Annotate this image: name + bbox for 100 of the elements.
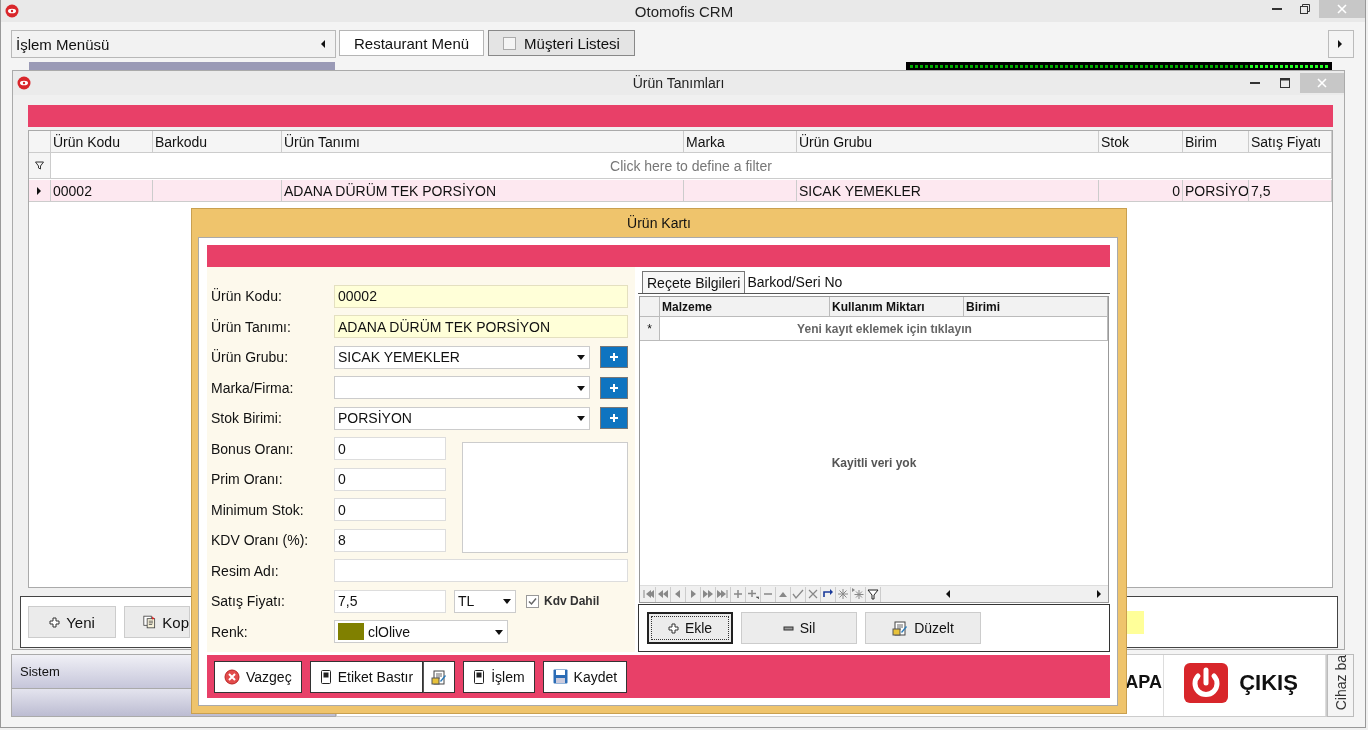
column-header[interactable]: Birim	[1183, 131, 1249, 153]
field-label: Satış Fiyatı:	[211, 593, 286, 610]
input-field[interactable]: 0	[334, 498, 446, 522]
input-field[interactable]	[334, 559, 628, 583]
restore-icon	[1299, 3, 1311, 15]
window-title: Otomofis CRM	[633, 2, 735, 20]
star-icon	[852, 588, 864, 600]
dropdown-value: TL	[458, 593, 475, 610]
plus-icon	[610, 353, 618, 362]
new-row-marker: *	[640, 317, 660, 341]
input-field[interactable]: 7,5	[334, 589, 446, 613]
dropdown[interactable]: TL	[454, 589, 516, 613]
action-button[interactable]: Sil	[741, 612, 857, 644]
device-icon	[473, 669, 486, 684]
dropdown[interactable]	[334, 376, 590, 400]
table-row[interactable]: 00002 ADANA DÜRÜM TEK PORSİYON SICAK YEMEKLER 0 PORSİYO 7,5	[29, 180, 1332, 202]
field-label: KDV Oranı (%):	[211, 532, 310, 549]
footer-button[interactable]: Kaydet	[542, 660, 628, 693]
star-icon	[837, 588, 849, 600]
column-header[interactable]: Ürün Kodu	[51, 131, 153, 153]
table-cell: 0	[1099, 180, 1183, 202]
minimize-icon	[1250, 82, 1260, 84]
plus-icon	[49, 616, 61, 628]
field-label: Ürün Tanımı:	[211, 318, 292, 335]
first-record-icon	[642, 588, 654, 600]
input-field[interactable]: 0	[334, 467, 446, 491]
refresh-icon	[822, 588, 834, 600]
floppy-icon	[552, 669, 568, 684]
app-icon	[5, 4, 19, 18]
side-label: Cihaz ba	[1332, 655, 1349, 711]
filter-row[interactable]: Click here to define a filter	[51, 153, 1332, 179]
add-button[interactable]	[600, 376, 628, 399]
edit-icon	[892, 620, 909, 636]
dropdown[interactable]: SICAK YEMEKLER	[334, 345, 590, 369]
scroll-right-button[interactable]	[1328, 30, 1354, 58]
close-icon	[1336, 3, 1348, 15]
edit-icon	[431, 668, 448, 685]
print-options-button[interactable]	[423, 660, 456, 693]
plus-icon	[732, 588, 744, 600]
grid-corner	[640, 297, 660, 317]
field-label: Ürün Kodu:	[211, 288, 283, 305]
add-button[interactable]	[600, 407, 628, 430]
checkbox-icon	[503, 36, 517, 50]
toolbar-button[interactable]: Yeni	[28, 606, 116, 638]
device-icon	[319, 669, 332, 684]
dropdown-value: SICAK YEMEKLER	[338, 349, 460, 366]
dropdown-value: PORSİYON	[338, 410, 412, 427]
dialog-title: Ürün Kartı	[626, 214, 692, 233]
check-icon	[792, 588, 804, 600]
column-header[interactable]: Kullanım Miktarı	[830, 297, 964, 317]
tab[interactable]: Müşteri Listesi	[488, 30, 635, 56]
checkbox[interactable]: Kdv Dahil	[526, 594, 600, 609]
column-header[interactable]: Marka	[684, 131, 797, 153]
cancel-icon	[224, 668, 240, 685]
footer-button[interactable]: Vazgeç	[214, 660, 302, 693]
plus-icon	[667, 622, 679, 634]
column-header[interactable]: Ürün Tanımı	[282, 131, 684, 153]
table-cell: ADANA DÜRÜM TEK PORSİYON	[282, 180, 684, 202]
column-header[interactable]: Birimi	[964, 297, 1108, 317]
add-button[interactable]	[600, 346, 628, 369]
panel-title: İşlem Menüsü	[16, 35, 110, 53]
new-row-hint[interactable]: Yeni kayıt eklemek için tıklayın	[660, 317, 1108, 341]
tab[interactable]: Barkod/Seri No	[745, 271, 845, 293]
table-cell: 7,5	[1249, 180, 1332, 202]
navigator-button[interactable]	[866, 586, 881, 602]
dropdown-value: clOlive	[368, 623, 410, 640]
field-label: Renk:	[211, 623, 249, 640]
toolbar-button[interactable]: Kop	[124, 606, 190, 638]
column-header[interactable]: Satış Fiyatı	[1249, 131, 1332, 153]
action-button[interactable]: Ekle	[647, 612, 733, 644]
navigator-button[interactable]	[821, 586, 836, 602]
input-field[interactable]: 00002	[334, 284, 628, 308]
plus-icon	[610, 383, 618, 392]
app-icon	[17, 76, 31, 90]
input-field[interactable]: 8	[334, 528, 446, 552]
input-field[interactable]: 0	[334, 437, 446, 461]
table-cell: SICAK YEMEKLER	[797, 180, 1099, 202]
tab[interactable]: Reçete Bilgileri	[642, 271, 746, 293]
column-header[interactable]: Malzeme	[660, 297, 830, 317]
field-label: Marka/Firma:	[211, 379, 295, 396]
window-title: Ürün Tanımları	[631, 75, 726, 91]
last-record-icon	[717, 588, 729, 600]
copy-icon	[143, 614, 157, 630]
plus-icon	[610, 414, 618, 423]
filter-icon	[35, 161, 44, 170]
tab[interactable]: Restaurant Menü	[339, 30, 485, 56]
input-field[interactable]: ADANA DÜRÜM TEK PORSİYON	[334, 315, 628, 339]
column-header[interactable]: Barkodu	[153, 131, 282, 153]
footer-button[interactable]: İşlem	[463, 660, 535, 693]
dropdown[interactable]: clOlive	[334, 620, 508, 644]
close-icon	[1316, 77, 1328, 89]
column-header[interactable]: Ürün Grubu	[797, 131, 1099, 153]
field-label: Ürün Grubu:	[211, 349, 290, 366]
empty-message: Kayitli veri yok	[831, 456, 917, 470]
footer-button[interactable]: Etiket Bastır	[309, 660, 424, 693]
cross-icon	[807, 588, 819, 600]
dropdown[interactable]: PORSİYON	[334, 406, 590, 430]
column-header[interactable]: Stok	[1099, 131, 1183, 153]
field-label: Stok Birimi:	[211, 410, 283, 427]
action-button[interactable]: Düzelt	[865, 612, 981, 644]
